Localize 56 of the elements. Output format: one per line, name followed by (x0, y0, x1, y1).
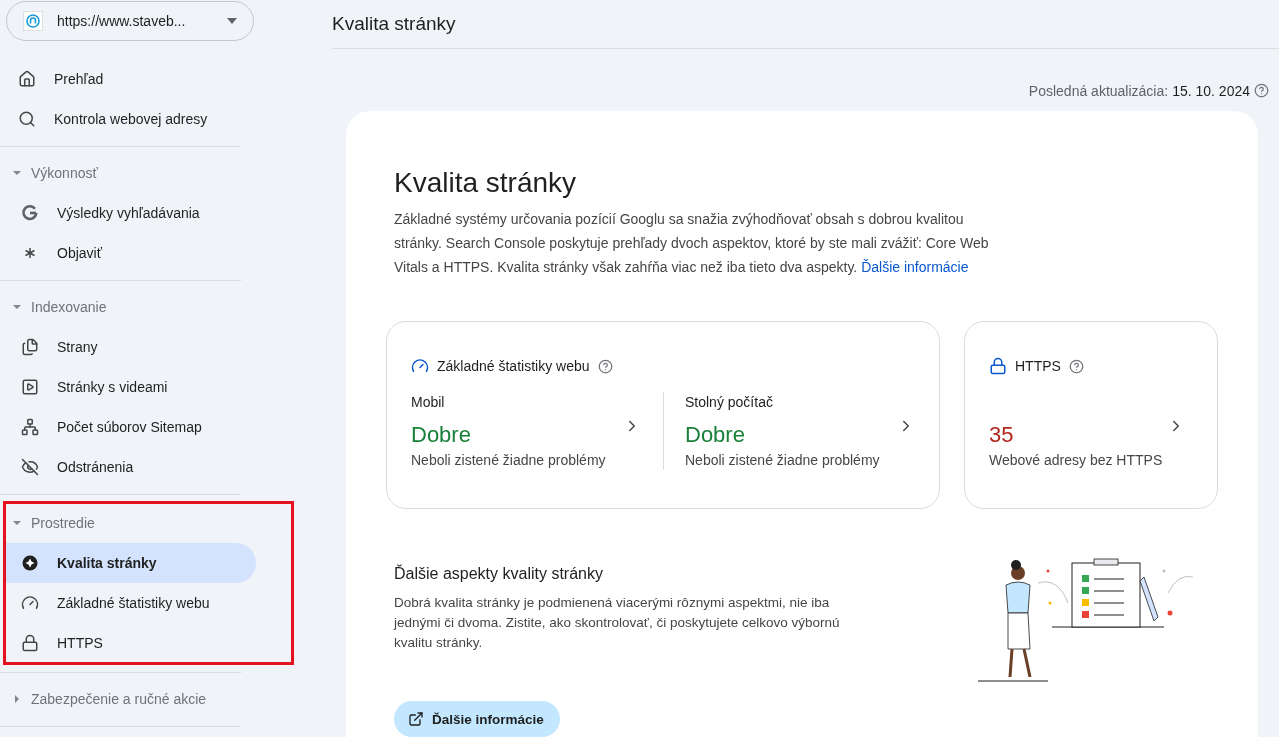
expanded-triangle-icon (13, 169, 21, 177)
last-update-label: Posledná aktualizácia: (1028, 82, 1169, 99)
video-page-icon (21, 378, 39, 396)
pages-icon (21, 338, 39, 356)
count-detail: Webové adresy bez HTTPS (989, 452, 1163, 468)
gauge-icon (21, 594, 39, 612)
status-value: Dobre (685, 422, 746, 448)
section-header[interactable]: Výkonnosť (3, 153, 294, 193)
nav-item[interactable]: Kontrola webovej adresy (0, 99, 253, 139)
quality-badge-icon (21, 554, 39, 572)
search-icon (18, 110, 36, 128)
section-header[interactable]: Indexovanie (3, 287, 294, 327)
expanded-triangle-icon (13, 303, 21, 311)
aspects-title: Ďalšie aspekty kvality stránky (394, 565, 604, 583)
nav-item[interactable]: Základné štatistiky webu (3, 583, 256, 623)
device-label: Mobil (411, 394, 446, 410)
section-header[interactable]: Prostredie (3, 503, 294, 543)
page-title: Kvalita stránky (332, 0, 1279, 50)
nav-item[interactable]: Strany (3, 327, 256, 367)
nav-item[interactable]: HTTPS (3, 623, 256, 663)
sitemap-icon (21, 418, 39, 436)
more-info-button[interactable]: Ďalšie informácie (394, 701, 560, 737)
device-label: Stolný počítač (685, 394, 774, 410)
section-header[interactable]: Zabezpečenie a ručné akcie (3, 679, 294, 719)
home-icon (18, 70, 36, 88)
help-icon[interactable] (1068, 358, 1084, 374)
google-g-icon (21, 204, 39, 222)
lock-icon (989, 357, 1007, 375)
card-title: Základné štatistiky webu (437, 358, 590, 374)
intro-paragraph: Základné systémy určovania pozícií Googlu sa snažia zvýhodňovať obsah s dobrou kvalitou stránky. Search Console poskytuje prehľady dvoch aspektov, ktoré by ste mali zvážiť: Core Web Vitals a HTTPS. Kvalita stránky však zahŕňa viac než iba tieto dva aspekty. Ďalšie informácie (394, 210, 990, 277)
nav-item[interactable]: Prehľad (0, 59, 253, 99)
status-detail: Neboli zistené žiadne problémy (411, 452, 606, 468)
count-value: 35 (989, 422, 1015, 448)
gauge-icon (411, 357, 429, 375)
help-icon[interactable] (1254, 83, 1269, 99)
last-update-date: 15. 10. 2024 (1172, 82, 1250, 99)
status-detail: Neboli zistené žiadne problémy (685, 452, 880, 468)
expanded-triangle-icon (13, 519, 21, 527)
eye-off-icon (21, 458, 39, 476)
aspects-paragraph: Dobrá kvalita stránky je podmienená viacerými rôznymi aspektmi, nie iba jednými či dvoma. Zistite, ako skontrolovať, či poskytujete celkovo výbornú kvalitu stránky. (394, 594, 841, 652)
help-icon[interactable] (597, 358, 613, 374)
collapsed-triangle-icon (13, 695, 21, 703)
nav-item[interactable]: Kvalita stránky (3, 543, 256, 583)
site-favicon-icon (23, 11, 43, 31)
external-link-icon (408, 711, 424, 727)
card-title: HTTPS (1015, 358, 1061, 374)
dropdown-caret-icon (227, 18, 237, 24)
nav-item[interactable]: Stránky s videami (3, 367, 256, 407)
section-title: Kvalita stránky (394, 167, 578, 199)
more-info-link[interactable]: Ďalšie informácie (861, 259, 969, 275)
nav-item[interactable]: Počet súborov Sitemap (3, 407, 256, 447)
nav-item[interactable]: Odstránenia (3, 447, 256, 487)
lock-icon (21, 634, 39, 652)
nav-item[interactable]: Výsledky vyhľadávania (3, 193, 256, 233)
status-value: Dobre (411, 422, 472, 448)
nav-item[interactable]: Objaviť (3, 233, 256, 273)
